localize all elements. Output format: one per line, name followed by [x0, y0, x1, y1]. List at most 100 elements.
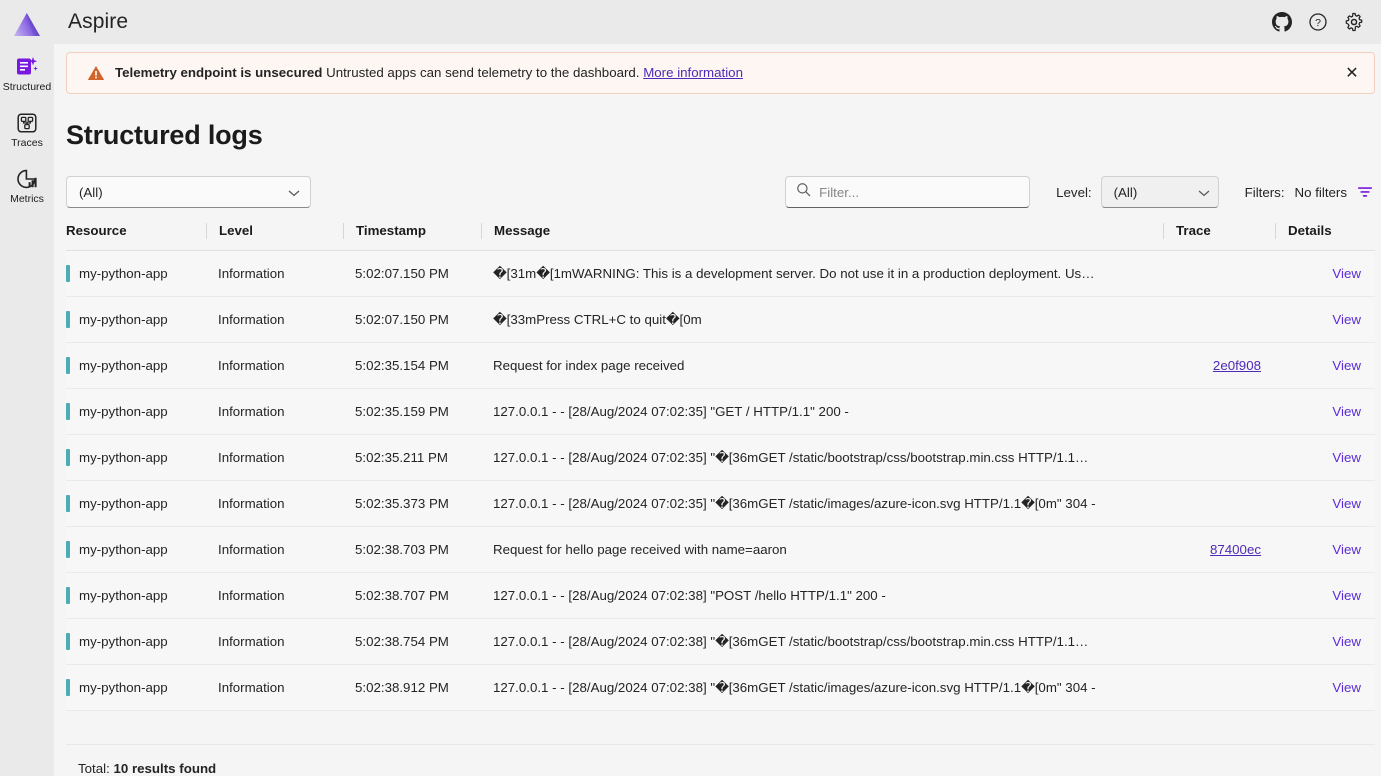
timestamp-value: 5:02:35.159 PM	[355, 404, 449, 419]
resource-name: my-python-app	[79, 450, 168, 465]
cell-details: View	[1275, 297, 1375, 343]
help-icon[interactable]: ?	[1307, 11, 1329, 33]
table-row[interactable]: my-python-app Information 5:02:35.159 PM 12…	[66, 389, 1375, 435]
app-brand-title: Aspire	[68, 10, 128, 34]
more-information-link[interactable]: More information	[643, 65, 743, 80]
timestamp-value: 5:02:38.912 PM	[355, 680, 449, 695]
cell-timestamp: 5:02:35.211 PM	[343, 435, 481, 481]
cell-level: Information	[206, 619, 343, 665]
table-row[interactable]: my-python-appInformation5:02:35.373 PM12…	[66, 481, 1375, 527]
timestamp-value: 5:02:38.707 PM	[355, 588, 449, 603]
level-value: Information	[218, 404, 285, 419]
level-select-value: (All)	[1114, 185, 1138, 200]
cell-resource: my-python-app	[66, 389, 206, 435]
table-row[interactable]: my-python-appInformation5:02:07.150 PM�[…	[66, 251, 1375, 297]
close-icon[interactable]: ✕	[1336, 57, 1368, 89]
column-header-details[interactable]: Details	[1275, 223, 1375, 251]
sidebar-item-structured[interactable]: Structured	[0, 46, 54, 102]
resource-color-bar	[66, 679, 70, 696]
traces-icon	[16, 111, 38, 135]
cell-details: View	[1275, 251, 1375, 297]
timestamp-value: 5:02:07.150 PM	[355, 266, 449, 281]
cell-details: View	[1275, 573, 1375, 619]
cell-trace	[1163, 665, 1275, 711]
view-details-link[interactable]: View	[1332, 496, 1361, 511]
cell-message: �[31m�[1mWARNING: This is a development …	[481, 251, 1163, 297]
cell-timestamp: 5:02:35.159 PM	[343, 389, 481, 435]
cell-level: Information	[206, 297, 343, 343]
table-row[interactable]: my-python-appInformation5:02:07.150 PM�[…	[66, 297, 1375, 343]
toolbar-right-group: Level: (All) Filters: No filters	[785, 176, 1375, 208]
cell-resource: my-python-app	[66, 665, 206, 711]
cell-message: 127.0.0.1 - - [28/Aug/2024 07:02:35] "GE…	[481, 389, 1163, 435]
cell-level: Information	[206, 527, 343, 573]
table-row[interactable]: my-python-appInformation5:02:38.754 PM12…	[66, 619, 1375, 665]
resource-select[interactable]: (All)	[66, 176, 311, 208]
column-header-resource[interactable]: Resource	[66, 223, 206, 251]
filters-label: Filters:	[1245, 185, 1285, 200]
view-details-link[interactable]: View	[1332, 634, 1361, 649]
view-details-link[interactable]: View	[1332, 312, 1361, 327]
cell-message: 127.0.0.1 - - [28/Aug/2024 07:02:38] "PO…	[481, 573, 1163, 619]
resource-name: my-python-app	[79, 634, 168, 649]
message-value: �[33mPress CTRL+C to quit�[0m	[493, 312, 702, 327]
table-row[interactable]: my-python-appInformation5:02:38.912 PM12…	[66, 665, 1375, 711]
cell-timestamp: 5:02:07.150 PM	[343, 297, 481, 343]
table-row[interactable]: my-python-appInformation5:02:38.703 PMRe…	[66, 527, 1375, 573]
resource-select-value: (All)	[79, 185, 103, 200]
level-value: Information	[218, 680, 285, 695]
trace-link[interactable]: 87400ec	[1210, 542, 1261, 557]
settings-icon[interactable]	[1343, 11, 1365, 33]
resource-name: my-python-app	[79, 358, 168, 373]
sidebar-item-label: Metrics	[10, 193, 44, 205]
view-details-link[interactable]: View	[1332, 588, 1361, 603]
cell-details: View	[1275, 665, 1375, 711]
search-filter-box[interactable]	[785, 176, 1030, 208]
timestamp-value: 5:02:35.211 PM	[355, 450, 448, 465]
table-row[interactable]: my-python-app Information 5:02:38.707 PM 12…	[66, 573, 1375, 619]
table-row[interactable]: my-python-appInformation5:02:35.211 PM12…	[66, 435, 1375, 481]
level-value: Information	[218, 634, 285, 649]
logs-table-container: Resource Level Timestamp Message Trace D…	[66, 223, 1375, 744]
cell-resource: my-python-app	[66, 573, 206, 619]
view-details-link[interactable]: View	[1332, 450, 1361, 465]
cell-timestamp: 5:02:35.154 PM	[343, 343, 481, 389]
view-details-link[interactable]: View	[1332, 266, 1361, 281]
cell-trace	[1163, 619, 1275, 665]
column-header-level[interactable]: Level	[206, 223, 343, 251]
level-value: Information	[218, 588, 285, 603]
level-value: Information	[218, 358, 285, 373]
resource-color-bar	[66, 403, 70, 420]
level-value: Information	[218, 542, 285, 557]
app-root: Structured Traces	[0, 0, 1381, 776]
sidebar-item-metrics[interactable]: Metrics	[0, 158, 54, 214]
timestamp-value: 5:02:07.150 PM	[355, 312, 449, 327]
column-header-message[interactable]: Message	[481, 223, 1163, 251]
cell-trace: 2e0f908	[1163, 343, 1275, 389]
cell-level: Information	[206, 665, 343, 711]
table-row[interactable]: my-python-appInformation5:02:35.154 PMRe…	[66, 343, 1375, 389]
cell-timestamp: 5:02:38.703 PM	[343, 527, 481, 573]
resource-name: my-python-app	[79, 496, 168, 511]
cell-level: Information	[206, 481, 343, 527]
level-select[interactable]: (All)	[1101, 176, 1219, 208]
view-details-link[interactable]: View	[1332, 680, 1361, 695]
cell-timestamp: 5:02:35.373 PM	[343, 481, 481, 527]
table-header: Resource Level Timestamp Message Trace D…	[66, 223, 1375, 251]
column-header-trace[interactable]: Trace	[1163, 223, 1275, 251]
sidebar-item-traces[interactable]: Traces	[0, 102, 54, 158]
cell-message: �[33mPress CTRL+C to quit�[0m	[481, 297, 1163, 343]
resource-color-bar	[66, 357, 70, 374]
view-details-link[interactable]: View	[1332, 542, 1361, 557]
view-details-link[interactable]: View	[1332, 404, 1361, 419]
view-details-link[interactable]: View	[1332, 358, 1361, 373]
funnel-icon[interactable]	[1355, 181, 1375, 203]
search-input[interactable]	[819, 185, 1019, 200]
trace-link[interactable]: 2e0f908	[1213, 358, 1261, 373]
github-icon[interactable]	[1271, 11, 1293, 33]
cell-trace: 87400ec	[1163, 527, 1275, 573]
column-header-timestamp[interactable]: Timestamp	[343, 223, 481, 251]
cell-details: View	[1275, 481, 1375, 527]
level-value: Information	[218, 266, 285, 281]
timestamp-value: 5:02:35.373 PM	[355, 496, 449, 511]
